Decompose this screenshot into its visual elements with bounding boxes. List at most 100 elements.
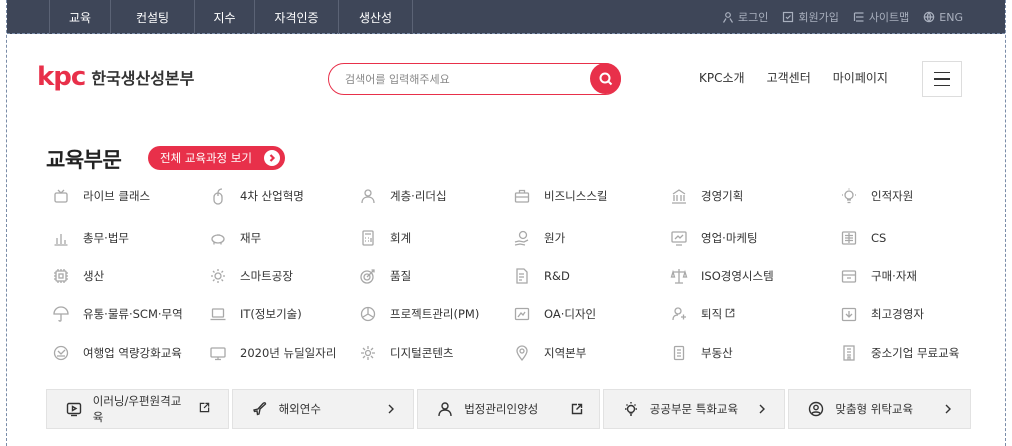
category-item[interactable]: IT(정보기술) bbox=[207, 302, 302, 326]
monitor-icon bbox=[207, 342, 229, 364]
target-icon bbox=[357, 265, 379, 287]
list-icon bbox=[838, 227, 860, 249]
category-item[interactable]: 재무 bbox=[207, 226, 261, 250]
category-item[interactable]: 프로젝트관리(PM) bbox=[357, 302, 479, 326]
category-label: 퇴직 bbox=[701, 307, 723, 321]
public-sector-training-link[interactable]: 공공부문 특화교육 bbox=[602, 389, 786, 429]
category-label: R&D bbox=[544, 269, 570, 283]
category-item[interactable]: 비즈니스스킬 bbox=[511, 184, 607, 208]
category-item[interactable]: 스마트공장 bbox=[207, 264, 293, 288]
umbrella-icon bbox=[50, 303, 72, 325]
category-label: 중소기업 무료교육 bbox=[871, 346, 960, 360]
utility-menu: 로그인 회원가입 사이트맵 ENG bbox=[722, 0, 963, 34]
piggy-bank-icon bbox=[207, 227, 229, 249]
monitor-chart-icon bbox=[668, 227, 690, 249]
category-item[interactable]: 총무·법무 bbox=[50, 226, 129, 250]
category-item[interactable]: 여행업 역량강화교육 bbox=[50, 341, 182, 365]
building-icon bbox=[668, 185, 690, 207]
category-label: 경영기획 bbox=[701, 189, 744, 203]
custom-training-link[interactable]: 맞춤형 위탁교육 bbox=[788, 389, 971, 429]
category-label: 영업·마케팅 bbox=[701, 231, 758, 245]
factory-icon bbox=[207, 265, 229, 287]
globe-icon bbox=[923, 11, 935, 23]
category-item[interactable]: 경영기획 bbox=[668, 184, 743, 208]
top-bar: 교육 컨설팅 지수 자격인증 생산성 로그인 회원가입 사이트맵 ENG bbox=[7, 0, 1005, 34]
hamburger-menu-button[interactable] bbox=[922, 61, 962, 97]
category-item[interactable]: 품질 bbox=[357, 264, 411, 288]
sitemap-icon bbox=[853, 12, 864, 22]
category-item[interactable]: 지역본부 bbox=[511, 341, 586, 365]
category-item[interactable]: 4차 산업혁명 bbox=[207, 184, 304, 208]
digital-content-icon bbox=[357, 342, 379, 364]
user-circle-icon bbox=[807, 400, 825, 418]
overseas-training-link[interactable]: 해외연수 bbox=[231, 389, 415, 429]
building-office-icon bbox=[838, 342, 860, 364]
design-icon bbox=[511, 303, 533, 325]
category-label: 인적자원 bbox=[871, 189, 914, 203]
category-item[interactable]: 영업·마케팅 bbox=[668, 226, 758, 250]
header-link-mypage[interactable]: 마이페이지 bbox=[833, 69, 888, 86]
category-item[interactable]: 부동산 bbox=[668, 341, 733, 365]
category-item[interactable]: OA·디자인 bbox=[511, 302, 596, 326]
category-label: 구매·자재 bbox=[871, 269, 917, 283]
executive-icon bbox=[838, 303, 860, 325]
kpc-logo[interactable]: kpc 한국생산성본부 bbox=[37, 62, 194, 92]
category-label: 스마트공장 bbox=[240, 269, 293, 283]
section-title: 교육부문 bbox=[46, 148, 122, 172]
category-label: ISO경영시스템 bbox=[701, 269, 774, 283]
retirement-icon bbox=[668, 303, 690, 325]
category-item[interactable]: 중소기업 무료교육 bbox=[838, 341, 959, 365]
category-label: 최고경영자 bbox=[871, 307, 924, 321]
category-item[interactable]: 최고경영자 bbox=[838, 302, 924, 326]
search-button[interactable] bbox=[590, 63, 621, 94]
category-item[interactable]: 디지털콘텐츠 bbox=[357, 341, 453, 365]
category-item[interactable]: R&D bbox=[511, 264, 570, 288]
live-icon bbox=[50, 185, 72, 207]
category-item[interactable]: CS bbox=[838, 226, 886, 250]
coin-hand-icon bbox=[511, 227, 533, 249]
category-item[interactable]: 인적자원 bbox=[838, 184, 913, 208]
property-icon bbox=[668, 342, 690, 364]
airplane-icon bbox=[251, 400, 269, 418]
login-link[interactable]: 로그인 bbox=[722, 9, 768, 25]
category-item[interactable]: 2020년 뉴딜일자리 bbox=[207, 341, 336, 365]
topnav-education[interactable]: 교육 bbox=[49, 0, 110, 34]
english-link[interactable]: ENG bbox=[923, 11, 963, 24]
signup-link[interactable]: 회원가입 bbox=[782, 9, 839, 25]
header-link-support[interactable]: 고객센터 bbox=[767, 69, 811, 86]
header-link-about[interactable]: KPC소개 bbox=[699, 69, 745, 86]
header-links: KPC소개 고객센터 마이페이지 bbox=[699, 69, 888, 86]
category-item[interactable]: 라이브 클래스 bbox=[50, 184, 150, 208]
category-item[interactable]: 회계 bbox=[357, 226, 411, 250]
bottom-links-bar: 이러닝/우편원격교육 해외연수 법정관리인양성 공공부문 특화교육 맞춤형 위탁… bbox=[46, 389, 971, 429]
search-input[interactable] bbox=[345, 70, 575, 88]
category-item[interactable]: 생산 bbox=[50, 264, 104, 288]
scale-icon bbox=[668, 265, 690, 287]
category-item[interactable]: 계층·리더십 bbox=[357, 184, 447, 208]
topnav-productivity[interactable]: 생산성 bbox=[338, 0, 413, 34]
category-item[interactable]: 구매·자재 bbox=[838, 264, 917, 288]
category-label: 유통·물류·SCM·무역 bbox=[83, 307, 183, 321]
view-all-courses-button[interactable]: 전체 교육과정 보기 bbox=[148, 146, 285, 170]
briefcase-icon bbox=[511, 185, 533, 207]
sitemap-link[interactable]: 사이트맵 bbox=[853, 9, 909, 25]
category-item[interactable]: ISO경영시스템 bbox=[668, 264, 774, 288]
category-label: 여행업 역량강화교육 bbox=[83, 346, 182, 360]
logo-text: 한국생산성본부 bbox=[91, 69, 195, 88]
topnav-consulting[interactable]: 컨설팅 bbox=[110, 0, 194, 34]
shopping-box-icon bbox=[838, 265, 860, 287]
category-label: 지역본부 bbox=[544, 346, 587, 360]
topnav-index[interactable]: 지수 bbox=[194, 0, 254, 34]
elearning-link[interactable]: 이러닝/우편원격교육 bbox=[46, 389, 229, 429]
category-label: 비즈니스스킬 bbox=[544, 189, 608, 203]
top-nav: 교육 컨설팅 지수 자격인증 생산성 bbox=[49, 0, 413, 34]
legal-manager-link[interactable]: 법정관리인양성 bbox=[417, 389, 600, 429]
category-item[interactable]: 유통·물류·SCM·무역 bbox=[50, 302, 183, 326]
external-link-icon bbox=[199, 402, 210, 416]
external-link-icon bbox=[725, 307, 735, 321]
user-icon bbox=[722, 12, 733, 23]
category-item[interactable]: 퇴직 bbox=[668, 302, 735, 326]
hamburger-icon-line bbox=[934, 84, 950, 87]
category-item[interactable]: 원가 bbox=[511, 226, 565, 250]
topnav-certification[interactable]: 자격인증 bbox=[254, 0, 338, 34]
